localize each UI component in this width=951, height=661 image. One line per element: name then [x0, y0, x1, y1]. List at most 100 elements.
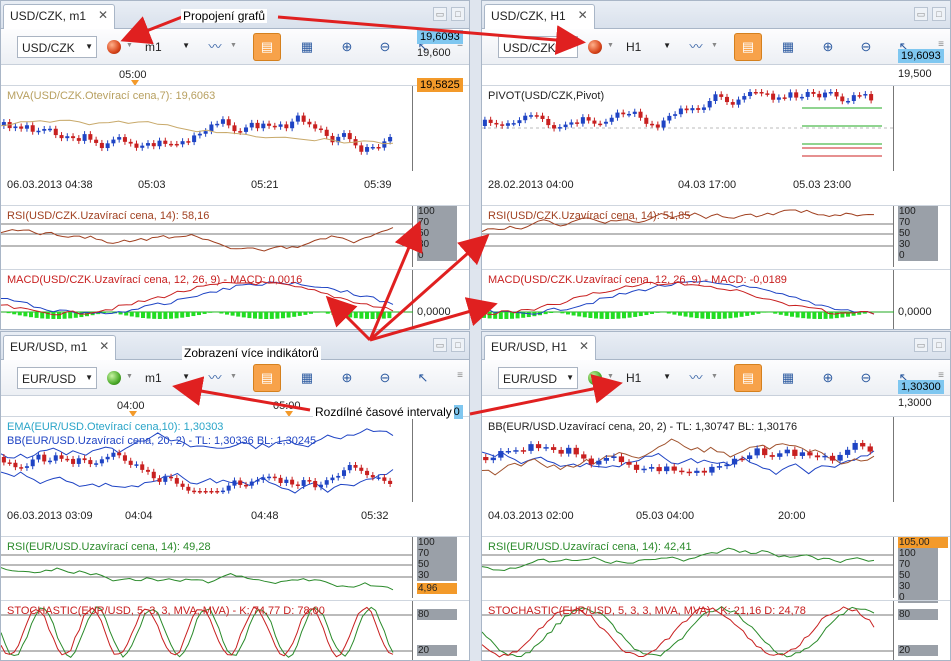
symbol-select[interactable]: EUR/USD▼ [498, 367, 578, 389]
indicator-legend: RSI(USD/CZK.Uzavírací cena, 14): 58,16 [7, 210, 209, 222]
restore-icon[interactable]: ▭ [914, 7, 928, 21]
indicator-scale-label: 100 [417, 206, 457, 217]
bottom-time-axis: 04.03.2013 02:0005.03 04:0020:00 [482, 508, 950, 526]
chevron-down-icon: ▼ [566, 373, 574, 382]
chevron-down-icon: ▼ [182, 41, 190, 50]
maximize-icon[interactable]: □ [451, 338, 465, 352]
indicator-list-icon[interactable]: ▦ [774, 33, 802, 61]
timeframe-select[interactable]: m1▼ [141, 36, 193, 58]
indicator-scale-label: 0,0000 [898, 306, 932, 318]
maximize-icon[interactable]: □ [451, 7, 465, 21]
window-buttons: ▭□ [914, 338, 946, 352]
chart-type-icon[interactable]: 〰 [682, 364, 710, 392]
close-icon[interactable]: ✕ [579, 339, 589, 353]
close-icon[interactable]: ✕ [98, 8, 108, 22]
indicator-legend: STOCHASTIC(EUR/USD, 5, 3, 3, MVA, MVA) -… [7, 605, 325, 617]
indicator-pane-1: RSI(USD/CZK.Uzavírací cena, 14): 58,16 1… [1, 205, 469, 267]
price-scale-label: 1,30300 [898, 380, 944, 394]
price-scale: 1,303001,3000 [894, 417, 950, 502]
symbol-select[interactable]: EUR/USD▼ [17, 367, 97, 389]
price-plot: BB(EUR/USD.Uzavírací cena, 20, 2) - TL: … [482, 417, 894, 502]
chevron-down-icon[interactable]: ▼ [126, 373, 133, 380]
restore-icon[interactable]: ▭ [433, 338, 447, 352]
chart-toolbar: EUR/USD▼ ▼ H1▼ 〰 ▼ ▤ ▦ ⊕ ⊖ ↖ ≡ [482, 360, 950, 396]
indicator-scale-label: 0 [417, 250, 457, 261]
chart-toolbar: EUR/USD▼ ▼ m1 ▼ 〰 ▼ ▤ ▦ ⊕ ⊖ ↖ ≡ [1, 360, 469, 396]
ball-icon[interactable] [107, 371, 121, 385]
chart-type-icon[interactable]: 〰 [682, 33, 710, 61]
indicator-scale: 8020 [894, 601, 950, 661]
cursor-icon[interactable]: ↖ [409, 364, 437, 392]
timeframe-select[interactable]: H1▼ [622, 367, 674, 389]
ball-icon[interactable] [588, 40, 602, 54]
chart-tab-label: USD/CZK, m1 [10, 9, 86, 23]
zoom-out-icon[interactable]: ⊖ [371, 33, 399, 61]
close-icon[interactable]: ✕ [578, 8, 588, 22]
chevron-down-icon[interactable]: ▼ [711, 373, 718, 380]
indicator-pane-2: STOCHASTIC(EUR/USD, 5, 3, 3, MVA, MVA) -… [1, 600, 469, 661]
indicator-list-icon[interactable]: ▦ [293, 33, 321, 61]
chevron-down-icon: ▼ [663, 372, 671, 381]
chart-tab[interactable]: USD/CZK, H1✕ [484, 4, 595, 29]
zoom-out-icon[interactable]: ⊖ [371, 364, 399, 392]
candles-icon[interactable]: ▤ [253, 33, 281, 61]
indicator-scale-label: 70 [898, 217, 938, 228]
indicator-pane-2: STOCHASTIC(EUR/USD, 5, 3, 3, MVA, MVA) -… [482, 600, 950, 661]
timeframe-select[interactable]: H1▼ [622, 36, 674, 58]
ball-icon[interactable] [588, 371, 602, 385]
chart-type-icon[interactable]: 〰 [201, 364, 229, 392]
candles-icon[interactable]: ▤ [734, 33, 762, 61]
restore-icon[interactable]: ▭ [914, 338, 928, 352]
indicator-list-icon[interactable]: ▦ [774, 364, 802, 392]
chevron-down-icon[interactable]: ▼ [230, 42, 237, 49]
candles-icon[interactable]: ▤ [253, 364, 281, 392]
price-scale-label: 19,500 [898, 68, 932, 80]
timeframe-value: m1 [145, 371, 162, 385]
ball-icon[interactable] [107, 40, 121, 54]
chart-type-icon[interactable]: 〰 [201, 33, 229, 61]
zoom-in-icon[interactable]: ⊕ [333, 364, 361, 392]
indicator-list-icon[interactable]: ▦ [293, 364, 321, 392]
chevron-down-icon[interactable]: ▼ [126, 42, 133, 49]
indicator-scale: 0,0000 [894, 270, 950, 330]
time-label: 20:00 [778, 510, 806, 522]
tab-bar: EUR/USD, H1✕ ▭□ [482, 332, 950, 360]
chevron-down-icon[interactable]: ▼ [607, 42, 614, 49]
symbol-select[interactable]: USD/CZK▼ [17, 36, 97, 58]
zoom-in-icon[interactable]: ⊕ [814, 364, 842, 392]
bottom-time-axis: 28.02.2013 04:0004.03 17:0005.03 23:00 [482, 177, 950, 195]
indicator-scale-label: 0,0000 [417, 306, 451, 318]
zoom-in-icon[interactable]: ⊕ [333, 33, 361, 61]
zoom-in-icon[interactable]: ⊕ [814, 33, 842, 61]
window-buttons: ▭□ [914, 7, 946, 21]
maximize-icon[interactable]: □ [932, 7, 946, 21]
chevron-down-icon: ▼ [182, 372, 190, 381]
time-label: 05.03 04:00 [636, 510, 694, 522]
maximize-icon[interactable]: □ [932, 338, 946, 352]
chevron-down-icon[interactable]: ▼ [711, 42, 718, 49]
chart-tab[interactable]: EUR/USD, m1 ✕ [3, 335, 116, 360]
chart-tab[interactable]: EUR/USD, H1✕ [484, 335, 596, 360]
indicator-plot: RSI(USD/CZK.Uzavírací cena, 14): 51,85 [482, 206, 894, 267]
symbol-select[interactable]: USD/CZK▼ [498, 36, 578, 58]
chart-tab[interactable]: USD/CZK, m1 ✕ [3, 4, 115, 29]
indicator-scale-label: 80 [417, 609, 457, 620]
zoom-out-icon[interactable]: ⊖ [852, 364, 880, 392]
price-pane: MVA(USD/CZK.Otevírací cena,7): 19,6063 1… [1, 85, 469, 171]
close-icon[interactable]: ✕ [99, 339, 109, 353]
price-plot: PIVOT(USD/CZK,Pivot) [482, 86, 894, 171]
restore-icon[interactable]: ▭ [433, 7, 447, 21]
timeframe-select[interactable]: m1 ▼ [141, 367, 193, 389]
indicator-scale: 105,001007050300 [894, 537, 950, 598]
time-label: 06.03.2013 04:38 [7, 179, 93, 191]
price-pane: PIVOT(USD/CZK,Pivot) 19,609319,500 [482, 85, 950, 171]
price-scale-label: 19,5825 [417, 78, 463, 92]
zoom-out-icon[interactable]: ⊖ [852, 33, 880, 61]
indicator-legend: RSI(EUR/USD.Uzavírací cena, 14): 42,41 [488, 541, 692, 553]
candles-icon[interactable]: ▤ [734, 364, 762, 392]
toolbar-grip-icon[interactable]: ≡ [457, 370, 463, 381]
chevron-down-icon[interactable]: ▼ [607, 373, 614, 380]
chevron-down-icon[interactable]: ▼ [230, 373, 237, 380]
indicator-scale-label: 30 [417, 570, 457, 581]
chart-tab-label: EUR/USD, m1 [10, 340, 87, 354]
